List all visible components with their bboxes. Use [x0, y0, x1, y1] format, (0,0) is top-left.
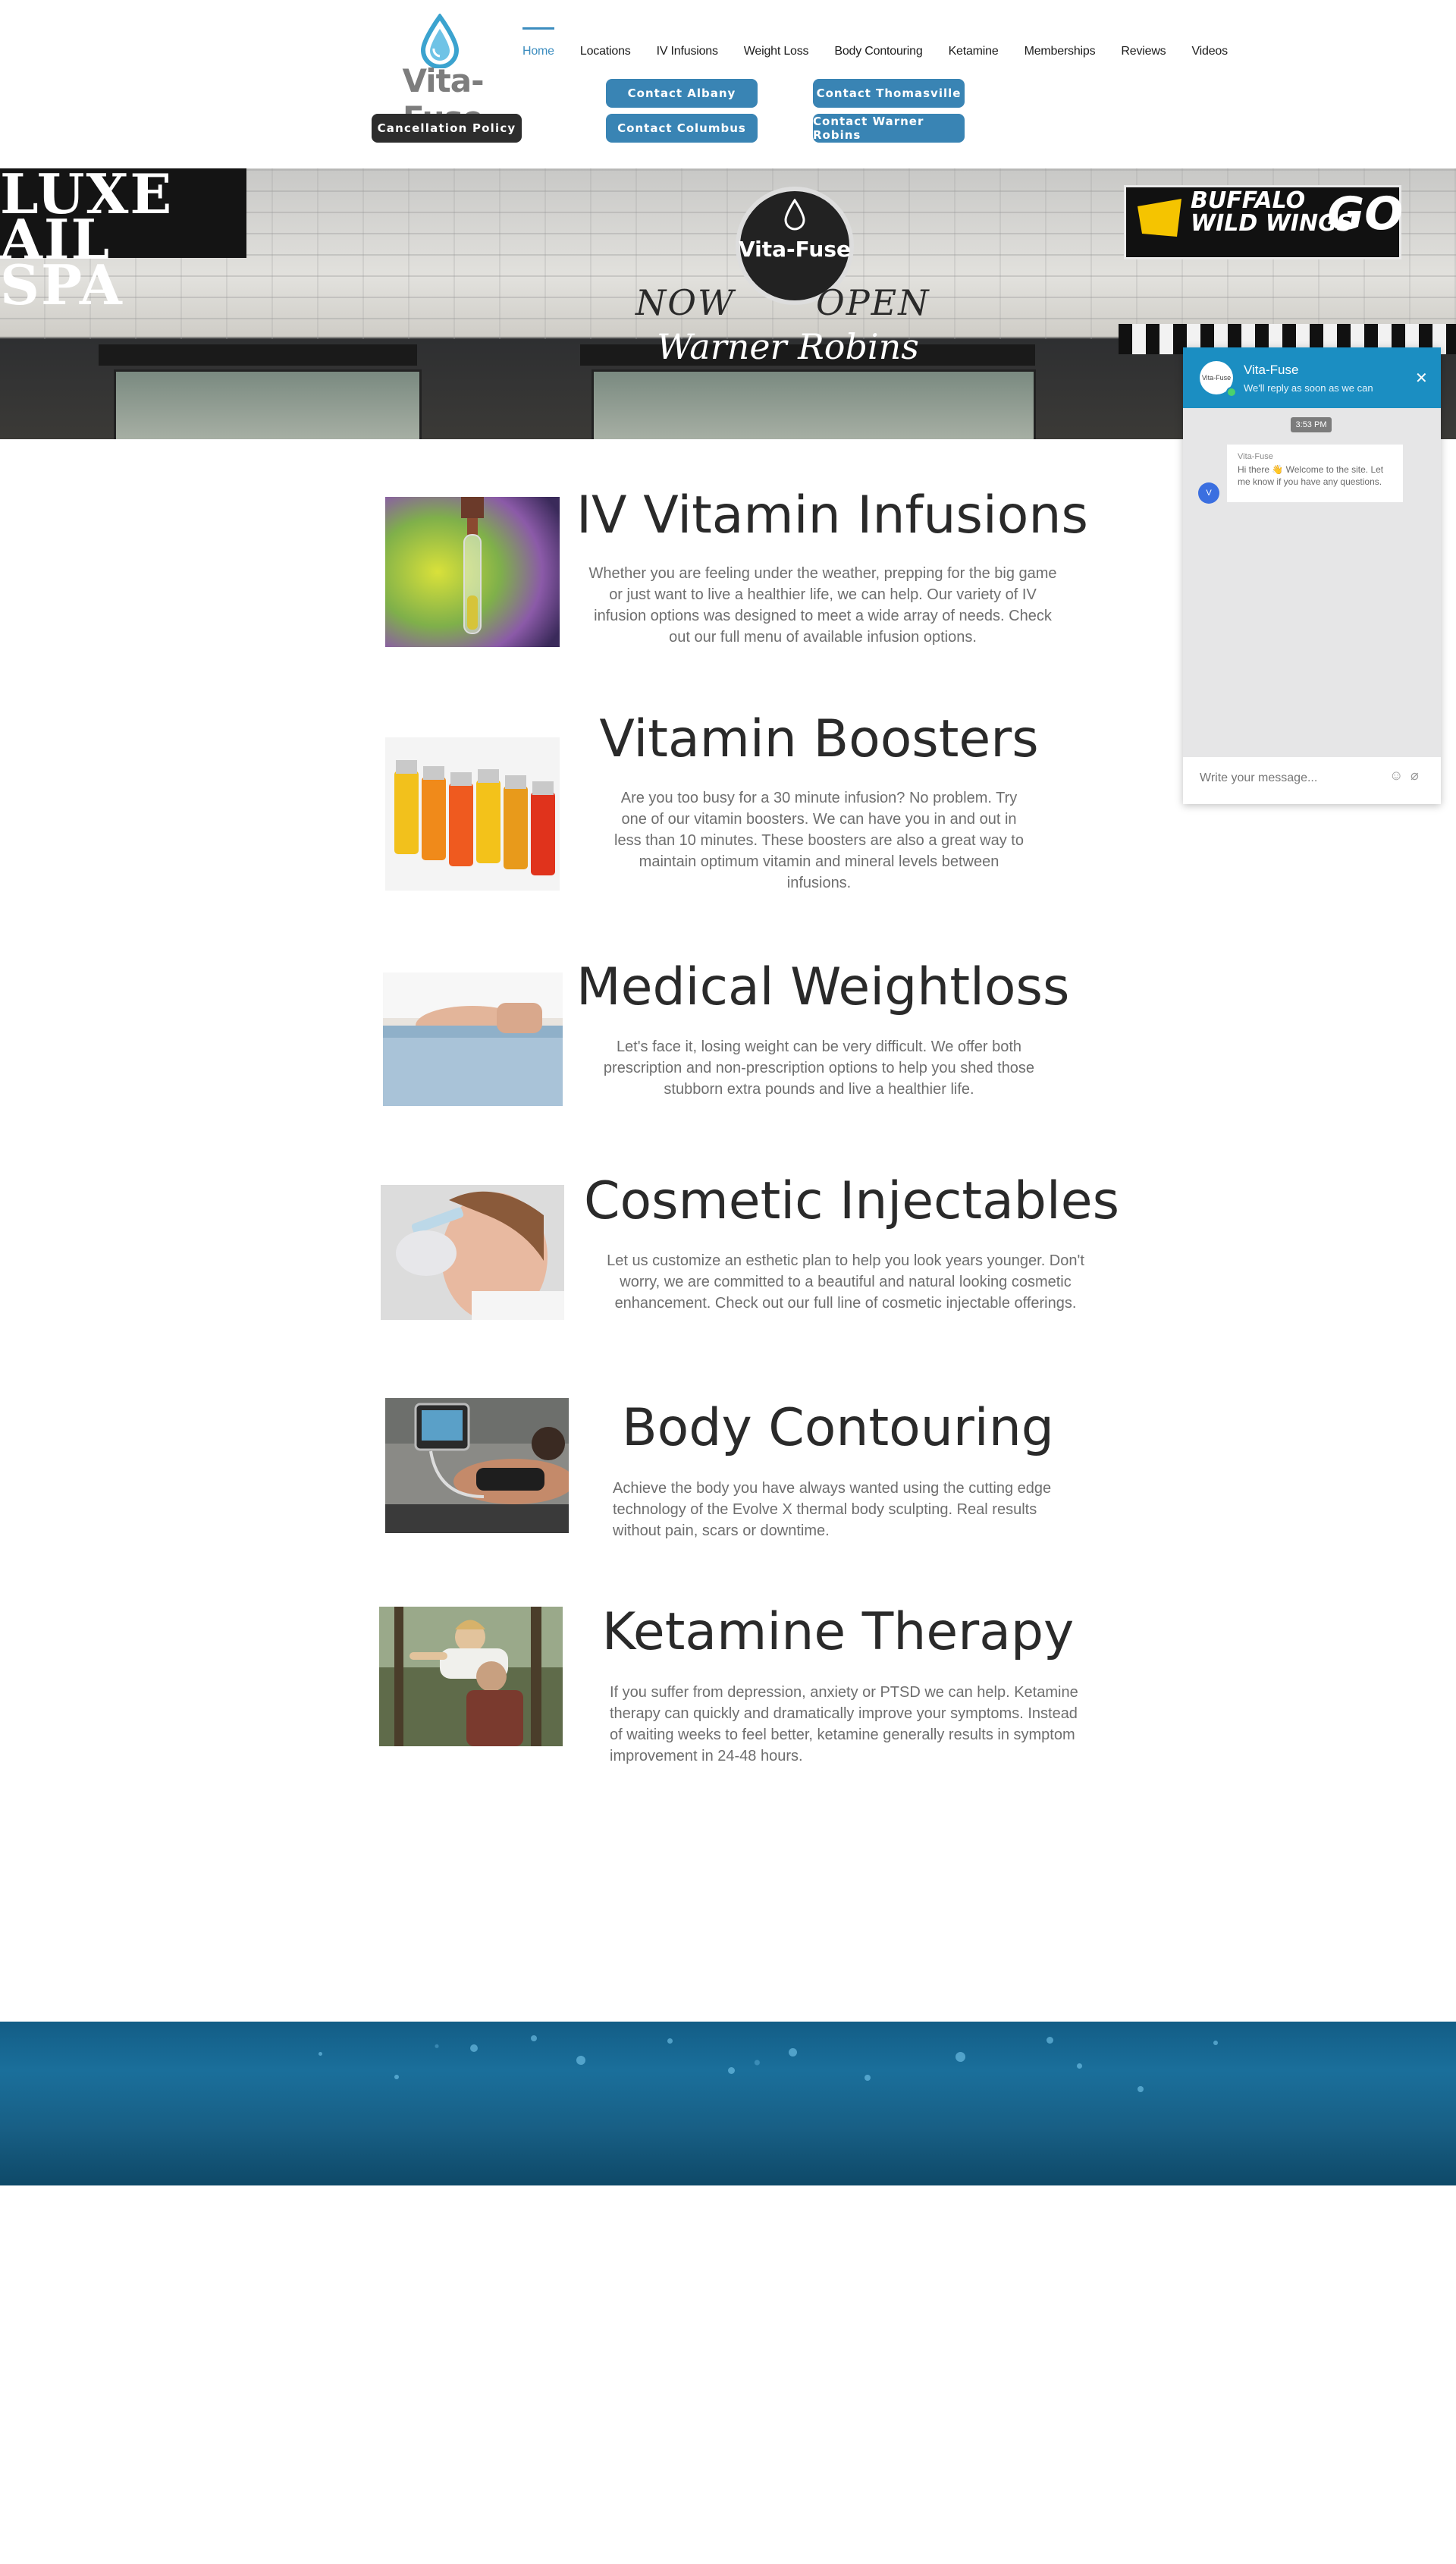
service-description: Let us customize an esthetic plan to hel…	[607, 1252, 1084, 1312]
contact-columbus-button[interactable]: Contact Columbus	[606, 114, 758, 143]
luxe-nail-spa-sign-text: LUXE AIL SPA	[0, 168, 174, 317]
hero-open-text: OPEN	[816, 282, 930, 323]
injection-image	[381, 1185, 564, 1320]
nav-ketamine[interactable]: Ketamine	[936, 27, 1012, 76]
attachment-icon[interactable]: ⌀	[1410, 768, 1419, 784]
contact-warner-robins-button[interactable]: Contact Warner Robins	[813, 114, 965, 143]
vials-image	[385, 737, 560, 891]
cancellation-policy-button[interactable]: Cancellation Policy	[372, 114, 522, 143]
contact-albany-button[interactable]: Contact Albany	[606, 79, 758, 108]
nav-videos[interactable]: Videos	[1178, 27, 1240, 76]
storefront-window-left	[114, 369, 422, 439]
nav-memberships[interactable]: Memberships	[1012, 27, 1109, 76]
nav-locations[interactable]: Locations	[567, 27, 644, 76]
service-title: Body Contouring	[622, 1398, 1054, 1458]
service-title: Vitamin Boosters	[599, 709, 1039, 769]
storefront-window-center	[592, 369, 1036, 439]
nav-home[interactable]: Home	[510, 27, 567, 76]
chat-message-bubble: Vita-Fuse Hi there 👋 Welcome to the site…	[1227, 445, 1403, 502]
contouring-image	[385, 1398, 569, 1533]
iv-drip-image	[385, 497, 560, 647]
awning-left	[99, 344, 417, 366]
waist-image	[383, 972, 563, 1106]
chat-bot-avatar: V	[1198, 482, 1219, 504]
nav-body-contouring[interactable]: Body Contouring	[821, 27, 935, 76]
chat-message-text: Hi there 👋 Welcome to the site. Let me k…	[1238, 464, 1384, 487]
logo-drop-icon[interactable]	[417, 12, 463, 69]
nav-iv-infusions[interactable]: IV Infusions	[644, 27, 731, 76]
close-icon[interactable]: ✕	[1415, 369, 1428, 388]
chat-message-sender: Vita-Fuse	[1238, 452, 1273, 461]
bww-go-text: GO	[1327, 187, 1404, 240]
chat-widget[interactable]: Vita-Fuse Vita-Fuse We'll reply as soon …	[1183, 347, 1441, 804]
hero-city-text: Warner Robins	[657, 326, 919, 367]
chat-subtitle: We'll reply as soon as we can	[1244, 382, 1373, 394]
main-nav: Home Locations IV Infusions Weight Loss …	[510, 27, 1241, 76]
service-description: If you suffer from depression, anxiety o…	[610, 1684, 1078, 1764]
hero-now-text: NOW	[635, 282, 736, 323]
chat-message-input[interactable]	[1198, 771, 1376, 786]
nav-reviews[interactable]: Reviews	[1108, 27, 1178, 76]
service-description: Are you too busy for a 30 minute infusio…	[614, 790, 1024, 891]
contact-thomasville-button[interactable]: Contact Thomasville	[813, 79, 965, 108]
water-bubbles-band	[0, 2022, 1456, 2185]
service-description: Let's face it, losing weight can be very…	[603, 1038, 1035, 1098]
chat-title: Vita-Fuse	[1244, 363, 1299, 377]
happy-couple-image	[379, 1607, 563, 1746]
online-status-dot	[1226, 387, 1237, 397]
service-title: Medical Weightloss	[576, 957, 1070, 1017]
hero-drop-icon	[784, 199, 805, 231]
emoji-icon[interactable]: ☺	[1389, 768, 1403, 784]
chat-timestamp: 3:53 PM	[1291, 417, 1332, 432]
nav-weight-loss[interactable]: Weight Loss	[731, 27, 822, 76]
service-title: IV Vitamin Infusions	[576, 485, 1088, 545]
service-description: Whether you are feeling under the weathe…	[588, 565, 1057, 646]
hero-logo-text: Vita-Fuse	[739, 237, 851, 262]
bww-logo-icon	[1138, 199, 1181, 237]
service-description: Achieve the body you have always wanted …	[613, 1480, 1052, 1539]
service-title: Cosmetic Injectables	[584, 1171, 1120, 1231]
service-title: Ketamine Therapy	[601, 1602, 1075, 1662]
